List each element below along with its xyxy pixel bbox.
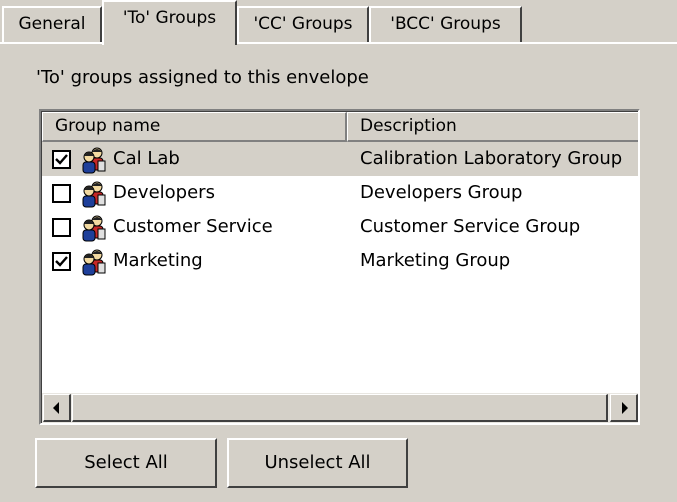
group-name-cell: Customer Service <box>113 216 273 237</box>
list-item[interactable]: Cal Lab Calibration Laboratory Group <box>42 142 638 176</box>
tab-to-groups[interactable]: 'To' Groups <box>102 0 237 45</box>
listview-inner: Group name Description Cal Lab Calibratio… <box>41 111 638 423</box>
description-cell: Customer Service Group <box>360 216 581 237</box>
checkbox-icon[interactable] <box>52 218 71 237</box>
description-cell: Calibration Laboratory Group <box>360 148 623 169</box>
checkbox-icon[interactable] <box>52 184 71 203</box>
scroll-right-button[interactable] <box>610 394 638 422</box>
scroll-left-button[interactable] <box>43 394 71 422</box>
groups-listview[interactable]: Group name Description Cal Lab Calibratio… <box>39 109 640 425</box>
scroll-left-arrow-icon <box>53 402 59 414</box>
select-all-button[interactable]: Select All <box>35 438 217 488</box>
description-cell: Developers Group <box>360 182 523 203</box>
group-name-cell: Developers <box>113 182 215 203</box>
tab-cc-groups[interactable]: 'CC' Groups <box>237 6 369 42</box>
checkbox-icon[interactable] <box>52 252 71 271</box>
scroll-thumb[interactable] <box>72 394 608 422</box>
groups-caption: 'To' groups assigned to this envelope <box>36 67 369 88</box>
scroll-right-arrow-icon <box>622 402 628 414</box>
list-header: Group name Description <box>42 112 638 142</box>
checkbox-icon[interactable] <box>52 150 71 169</box>
column-header-description[interactable]: Description <box>347 112 638 142</box>
tab-strip: General 'To' Groups 'CC' Groups 'BCC' Gr… <box>0 0 677 45</box>
column-header-group-name[interactable]: Group name <box>42 112 347 142</box>
group-name-cell: Marketing <box>113 250 203 271</box>
unselect-all-button[interactable]: Unselect All <box>227 438 408 488</box>
list-item[interactable]: Customer Service Customer Service Group <box>42 210 638 244</box>
description-cell: Marketing Group <box>360 250 511 271</box>
tab-bcc-groups[interactable]: 'BCC' Groups <box>369 6 522 42</box>
list-item[interactable]: Marketing Marketing Group <box>42 244 638 278</box>
tab-general[interactable]: General <box>2 6 102 42</box>
group-icon <box>79 248 107 288</box>
group-name-cell: Cal Lab <box>113 148 180 169</box>
horizontal-scrollbar[interactable] <box>42 393 638 423</box>
list-item[interactable]: Developers Developers Group <box>42 176 638 210</box>
